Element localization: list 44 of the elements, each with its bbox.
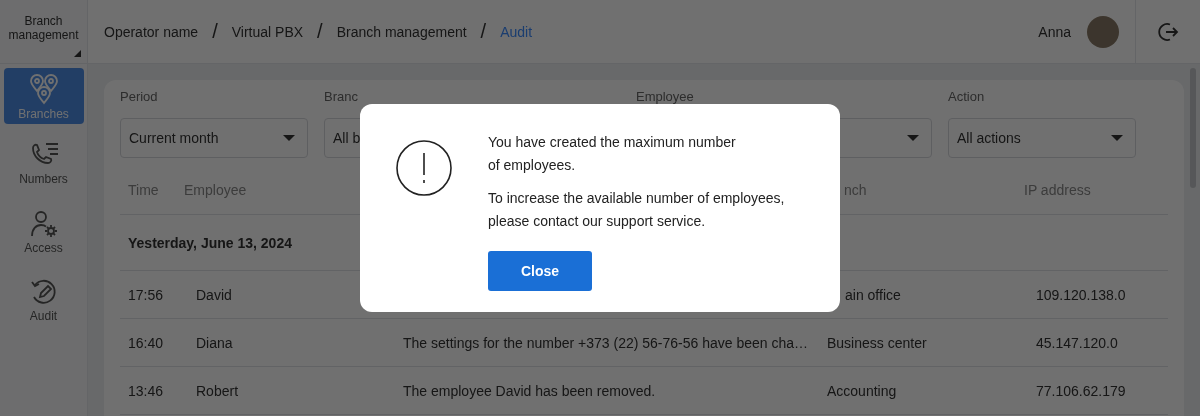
table-cell-text: Accounting [827, 382, 898, 399]
breadcrumb-separator: / [212, 20, 218, 43]
corner-triangle-icon[interactable] [74, 50, 81, 57]
table-cell-text: 16:40 [128, 334, 165, 351]
section-title: Branch management [8, 13, 79, 42]
dialog-message: You have created the maximum number of employees. [488, 133, 737, 175]
sidebar-item[interactable]: Branches [3, 68, 84, 124]
sidebar-item[interactable]: Access [3, 204, 84, 260]
filter-label: Period [120, 90, 159, 103]
filter-label: Action [948, 90, 986, 103]
table-cell-text: 45.147.120.0 [1036, 334, 1119, 351]
exclamation-icon [396, 140, 452, 196]
filter-label: Employee [636, 90, 695, 103]
table-cell-text: Diana [196, 334, 234, 351]
pencil-circle-icon [28, 277, 59, 307]
breadcrumb-link[interactable]: Operator name [104, 23, 199, 40]
logout-icon[interactable] [1157, 20, 1179, 43]
user-name[interactable]: Anna [1038, 23, 1071, 40]
breadcrumb-link[interactable]: Audit [500, 23, 533, 40]
breadcrumb-separator: / [480, 20, 487, 43]
table-cell-text: 109.120.138.0 [1036, 286, 1127, 303]
sidebar-item[interactable]: Numbers [3, 136, 84, 192]
table-cell-text: Robert [196, 382, 240, 399]
table-cell-text: 13:46 [128, 382, 165, 399]
table-cell-text: 77.106.62.179 [1036, 382, 1127, 399]
caret-icon [1111, 135, 1123, 141]
dropdown[interactable]: All actions [948, 118, 1136, 158]
user-gear-icon [28, 209, 59, 239]
dropdown[interactable]: Current month [120, 118, 308, 158]
table-cell-text: Business center [827, 334, 928, 351]
sidebar-item[interactable]: Audit [3, 272, 84, 328]
close-button[interactable]: Close [488, 251, 592, 291]
breadcrumb-link[interactable]: Branch management [336, 23, 467, 40]
table-cell-text: ain office [844, 286, 902, 303]
table-cell-text: The employee David has been removed. [403, 382, 657, 399]
table-cell-text: The settings for the number +373 (22) 56-76-56 have been cha… [403, 334, 810, 351]
table-cell-text: 17:56 [128, 286, 165, 303]
table-cell-text: David [196, 286, 233, 303]
breadcrumb-link[interactable]: Virtual PBX [231, 23, 304, 40]
caret-icon [283, 135, 295, 141]
caret-icon [907, 135, 919, 141]
avatar[interactable] [1087, 15, 1119, 48]
breadcrumb-separator: / [317, 20, 323, 43]
filter-label: Branc [324, 90, 359, 103]
